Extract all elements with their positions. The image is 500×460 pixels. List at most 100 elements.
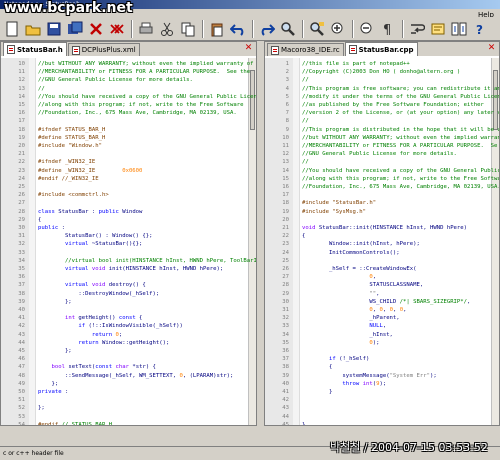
code-line: 32 virtual ~StatusBar(){}; (1, 240, 256, 248)
code-line: 27 (1, 199, 256, 207)
code-text: //This program is free software; you can… (302, 85, 499, 92)
code-line: 35 virtual void init(HINSTANCE hInst, HW… (1, 265, 256, 273)
line-number: 38 (282, 364, 289, 371)
line-number: 12 (18, 77, 25, 84)
save-all-button[interactable] (65, 19, 85, 39)
undo-icon (230, 23, 244, 36)
code-line: 23 #define _WIN32_IE 0x0600 (1, 167, 256, 175)
zoom-in-icon (331, 22, 343, 33)
close-icon (90, 22, 102, 35)
cut-button[interactable] (157, 19, 177, 39)
close-button[interactable] (86, 19, 106, 39)
zoom-in-button[interactable] (328, 19, 348, 39)
code-text: //This program is distributed in the hop… (302, 126, 499, 133)
tab-macoro38-ide-rc[interactable]: Macoro38_IDE.rc (267, 43, 344, 56)
line-number: 36 (18, 274, 25, 281)
line-number: 20 (18, 143, 25, 149)
wrap-icon (411, 23, 425, 34)
line-number: 27 (18, 200, 25, 207)
code-text: // (38, 85, 45, 92)
toolbar-separator (402, 19, 404, 38)
code-line: 52}; (1, 404, 256, 412)
code-text: bool setText(const char *str) { (51, 364, 156, 371)
find-button[interactable] (278, 19, 298, 39)
line-number: 35 (18, 266, 25, 272)
status-text: c or c++ header file (3, 450, 64, 457)
code-line: 25 (265, 257, 499, 265)
code-text: #include "Window.h" (38, 143, 102, 149)
code-line: 6 //as published by the Free Software Fou… (265, 101, 499, 109)
line-number: 39 (18, 298, 25, 305)
about-button[interactable]: ? (470, 19, 490, 39)
line-number: 48 (18, 372, 25, 379)
line-number: 25 (282, 257, 289, 264)
line-number: 50 (18, 389, 25, 395)
tab-dcplusplus-xml[interactable]: DCPlusPlus.xml (67, 43, 140, 56)
paste-button[interactable] (207, 19, 227, 39)
code-text: }; (38, 348, 72, 354)
right-code-editor[interactable]: 1 //this file is part of notepad++ 2 //Copy… (265, 58, 499, 425)
close-all-button[interactable] (107, 19, 127, 39)
code-line: 40 throw int(9); (265, 380, 499, 388)
replace-button[interactable] (307, 19, 327, 39)
code-line: 40 (1, 306, 256, 314)
line-number: 42 (282, 397, 289, 404)
line-number: 29 (282, 290, 289, 297)
code-line: 29 { (1, 216, 256, 224)
code-text: #endif //_WIN32_IE (38, 175, 99, 182)
code-line: 21 (1, 150, 256, 158)
code-text: { (38, 216, 42, 223)
line-number: 23 (18, 167, 25, 174)
code-text: 0); (369, 339, 380, 346)
code-line: 22 #ifndef _WIN32_IE (1, 158, 256, 166)
open-file-button[interactable] (23, 19, 43, 39)
line-number: 2 (285, 69, 289, 76)
line-number: 27 (282, 274, 289, 281)
redo-button[interactable] (257, 19, 277, 39)
code-line: 4 //This program is free software; you ca… (265, 85, 499, 93)
zoom-out-button[interactable] (357, 19, 377, 39)
close-icon[interactable]: ✕ (486, 43, 497, 54)
wrap-button[interactable] (407, 19, 427, 39)
code-line: 45 }; (1, 347, 256, 355)
close-icon[interactable]: ✕ (243, 43, 254, 54)
code-text: WS_CHILD /*| SBARS_SIZEGRIP*/, (302, 298, 471, 305)
code-line: 46 (1, 355, 256, 363)
code-line: 31 0, 0, 0, 0, (265, 306, 499, 314)
file-icon (271, 45, 279, 55)
code-text: //MERCHANTABILITY or FITNESS FOR A PARTI… (302, 143, 498, 149)
line-number: 43 (282, 405, 289, 412)
macro-button[interactable] (428, 19, 448, 39)
line-number: 11 (282, 143, 289, 149)
save-button[interactable] (44, 19, 64, 39)
code-text: //GNU General Public License for more de… (302, 151, 457, 158)
code-text: "", (369, 290, 380, 297)
code-line: 42 if (!::IsWindowVisible(_hSelf)) (1, 322, 256, 330)
zoom-out-icon (360, 22, 372, 33)
left-code-editor[interactable]: 10 //but WITHOUT ANY WARRANTY; without ev… (1, 58, 256, 425)
code-text: //You should have received a copy of the… (302, 167, 499, 174)
code-line: 14 //You should have received a copy of t… (265, 167, 499, 175)
code-line: 11 //MERCHANTABILITY or FITNESS FOR A PAR… (265, 142, 499, 150)
toolbar-separator (252, 19, 254, 38)
sync-button[interactable] (449, 19, 469, 39)
code-line: 48 ::SendMessage(_hSelf, WM_SETTEXT, 0, … (1, 372, 256, 380)
tab-statusbar-cpp[interactable]: StatusBar.cpp (344, 42, 418, 56)
code-line: 5 //modify it under the terms of the GNU … (265, 93, 499, 101)
pane-splitter[interactable] (257, 41, 264, 426)
code-text: ::SendMessage(_hSelf, WM_SETTEXT, 0, (LP… (38, 372, 234, 379)
undo-button[interactable] (228, 19, 248, 39)
new-file-button[interactable] (2, 19, 22, 39)
code-text: { (302, 233, 306, 240)
tab-statusbar-h[interactable]: StatusBar.h (3, 42, 67, 56)
code-text: int getHeight() const { (64, 315, 143, 322)
line-number: 10 (18, 61, 25, 67)
toolbar-separator (352, 19, 354, 38)
copy-button[interactable] (178, 19, 198, 39)
line-number: 16 (282, 184, 289, 190)
line-number: 41 (18, 315, 25, 322)
show-all-chars-button[interactable]: ¶ (378, 19, 398, 39)
print-button[interactable] (136, 19, 156, 39)
code-line: 13 // (1, 85, 256, 93)
tab-label: StatusBar.h (17, 45, 63, 54)
